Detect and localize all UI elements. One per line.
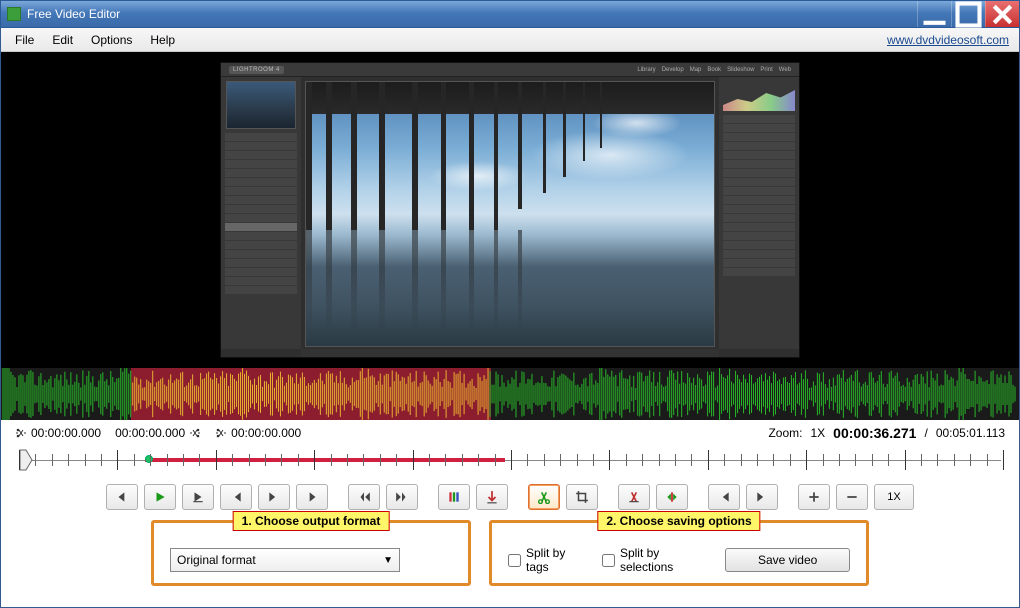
menu-options[interactable]: Options <box>83 31 140 49</box>
output-settings-row: 1. Choose output format Original format … <box>1 516 1019 596</box>
mark-in-timecode: 00:00:00.000 <box>31 426 101 440</box>
ruler-selection-start-handle[interactable] <box>145 455 153 463</box>
crop-button[interactable] <box>566 484 598 510</box>
app-icon <box>7 7 21 21</box>
timeline-ruler[interactable] <box>15 446 1005 474</box>
scissors-open-in-icon <box>15 427 27 439</box>
zoom-label: Zoom: <box>768 426 802 440</box>
step-back-button[interactable] <box>106 484 138 510</box>
next-frame-button[interactable] <box>258 484 290 510</box>
website-link[interactable]: www.dvdvideosoft.com <box>887 33 1009 47</box>
step2-annotation: 2. Choose saving options <box>597 511 760 531</box>
split-by-tags-checkbox[interactable]: Split by tags <box>508 546 588 574</box>
output-format-dropdown[interactable]: Original format ▼ <box>170 548 400 572</box>
split-by-selections-checkbox[interactable]: Split by selections <box>602 546 711 574</box>
scissors-close-in-icon <box>215 427 227 439</box>
output-format-panel: 1. Choose output format Original format … <box>151 520 471 586</box>
preview-right-panel <box>719 77 799 349</box>
video-preview-area: LIGHTROOM 4 LibraryDevelopMapBookSlidesh… <box>1 52 1019 368</box>
zoom-out-button[interactable] <box>836 484 868 510</box>
goto-mark-in-button[interactable] <box>708 484 740 510</box>
split-by-selections-label: Split by selections <box>620 546 711 574</box>
invert-selection-button[interactable] <box>656 484 688 510</box>
close-in-timecode: 00:00:00.000 <box>231 426 301 440</box>
set-markers-button[interactable] <box>438 484 470 510</box>
video-frame[interactable]: LIGHTROOM 4 LibraryDevelopMapBookSlidesh… <box>220 62 800 358</box>
output-format-value: Original format <box>177 553 256 567</box>
zoom-reset-button[interactable]: 1X <box>874 484 914 510</box>
preview-main-image <box>305 81 715 347</box>
goto-start-button[interactable] <box>348 484 380 510</box>
play-segment-button[interactable] <box>182 484 214 510</box>
current-time: 00:00:36.271 <box>833 425 916 441</box>
split-by-tags-input[interactable] <box>508 554 521 567</box>
window-maximize-button[interactable] <box>951 1 985 27</box>
goto-mark-out-button[interactable] <box>746 484 778 510</box>
menu-file[interactable]: File <box>7 31 42 49</box>
step1-annotation: 1. Choose output format <box>233 511 390 531</box>
window-close-button[interactable] <box>985 1 1019 27</box>
undo-cut-button[interactable] <box>618 484 650 510</box>
set-marker-down-button[interactable] <box>476 484 508 510</box>
goto-end-button[interactable] <box>386 484 418 510</box>
transport-toolbar: 1X <box>106 484 914 510</box>
time-separator: / <box>924 426 927 440</box>
timecode-row: 00:00:00.000 00:00:00.000 00:00:00.000 Z… <box>1 420 1019 446</box>
window-title: Free Video Editor <box>27 7 120 21</box>
total-time: 00:05:01.113 <box>936 426 1005 440</box>
preview-app-badge: LIGHTROOM 4 <box>229 66 284 74</box>
menu-edit[interactable]: Edit <box>44 31 81 49</box>
split-by-selections-input[interactable] <box>602 554 615 567</box>
play-button[interactable] <box>144 484 176 510</box>
scissors-open-out-icon <box>189 427 201 439</box>
save-video-button[interactable]: Save video <box>725 548 850 572</box>
prev-frame-button[interactable] <box>220 484 252 510</box>
cut-selection-button[interactable] <box>528 484 560 510</box>
preview-left-panel <box>221 77 301 349</box>
menu-help[interactable]: Help <box>142 31 183 49</box>
preview-top-tabs: LibraryDevelopMapBookSlideshowPrintWeb <box>637 67 791 73</box>
zoom-in-button[interactable] <box>798 484 830 510</box>
zoom-value: 1X <box>810 426 825 440</box>
ruler-start-handle[interactable] <box>19 449 33 471</box>
split-by-tags-label: Split by tags <box>526 546 588 574</box>
audio-waveform[interactable] <box>1 368 1019 420</box>
window-titlebar: Free Video Editor <box>0 0 1020 28</box>
chevron-down-icon: ▼ <box>383 555 393 566</box>
window-minimize-button[interactable] <box>917 1 951 27</box>
mark-out-timecode: 00:00:00.000 <box>115 426 185 440</box>
step-forward-button[interactable] <box>296 484 328 510</box>
menu-bar: File Edit Options Help www.dvdvideosoft.… <box>1 28 1019 52</box>
saving-options-panel: 2. Choose saving options Split by tags S… <box>489 520 869 586</box>
